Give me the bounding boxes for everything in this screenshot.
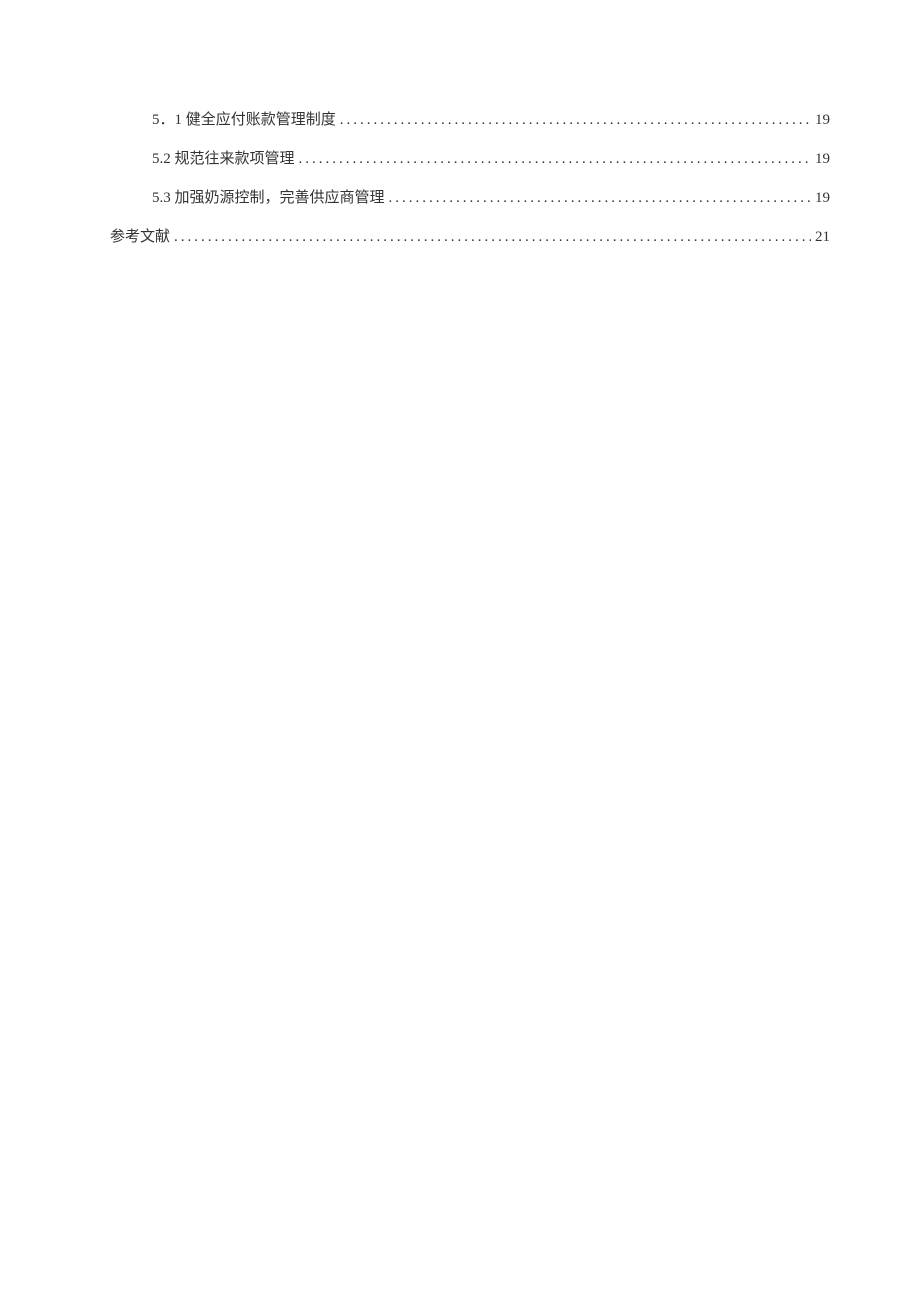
toc-entry: 5.2 规范往来款项管理 19 <box>110 147 830 168</box>
toc-leader-dots <box>340 112 811 129</box>
toc-leader-dots <box>299 151 811 168</box>
toc-entry: 5.3 加强奶源控制，完善供应商管理 19 <box>110 186 830 207</box>
toc-entry: 5．1 健全应付账款管理制度 19 <box>110 108 830 129</box>
toc-label: 5.2 规范往来款项管理 <box>152 147 295 168</box>
page-content: 5．1 健全应付账款管理制度 19 5.2 规范往来款项管理 19 5.3 加强… <box>0 0 920 246</box>
toc-entry: 参考文献 21 <box>110 225 830 246</box>
toc-label: 参考文献 <box>110 225 170 246</box>
toc-leader-dots <box>174 229 811 246</box>
toc-label: 5．1 健全应付账款管理制度 <box>152 108 336 129</box>
toc-leader-dots <box>389 190 811 207</box>
toc-label: 5.3 加强奶源控制，完善供应商管理 <box>152 186 385 207</box>
toc-page-number: 19 <box>815 190 830 207</box>
toc-page-number: 21 <box>815 229 830 246</box>
toc-page-number: 19 <box>815 151 830 168</box>
toc-page-number: 19 <box>815 112 830 129</box>
